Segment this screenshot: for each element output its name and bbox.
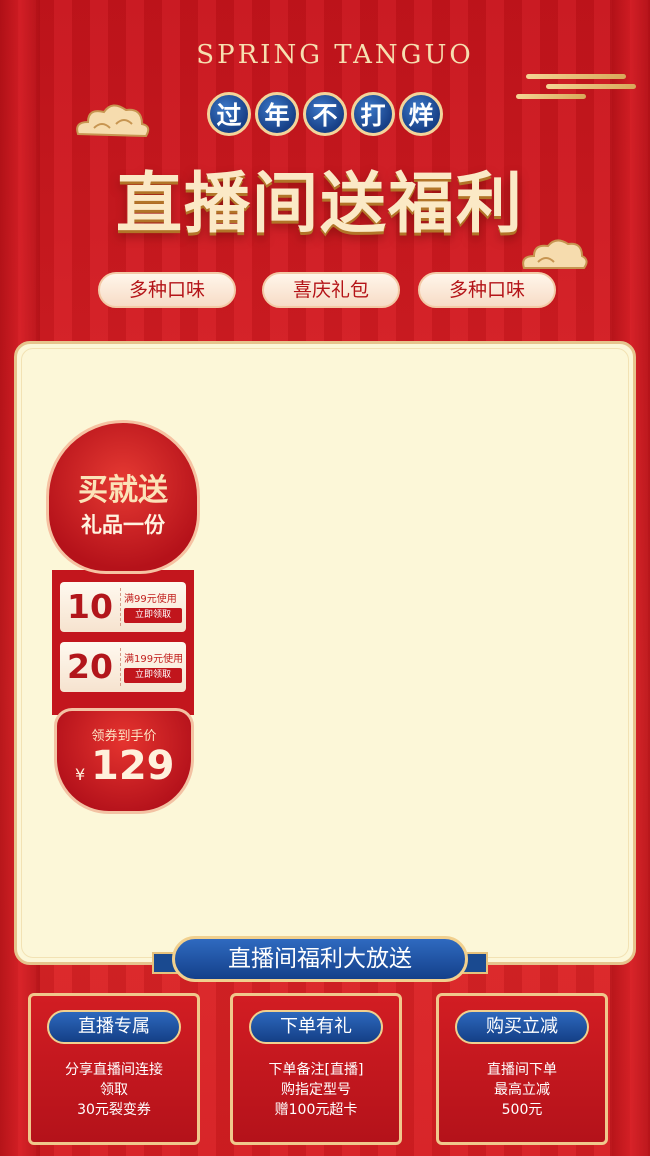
benefit-card[interactable]: 下单有礼 下单备注[直播] 购指定型号 赠100元超卡	[230, 993, 402, 1145]
badge-char: 不	[303, 92, 347, 136]
promo-headline-circle: 买就送 礼品一份	[46, 420, 200, 574]
spring-tanguo-title: SPRING TANGUO	[196, 40, 474, 70]
coupon-condition: 满199元使用	[124, 654, 184, 665]
badge-char: 烊	[399, 92, 443, 136]
benefit-line: 购指定型号	[281, 1082, 351, 1098]
coupon-divider	[120, 648, 121, 686]
price-box: 领券到手价 ¥ 129	[54, 708, 194, 814]
promo-subline: 礼品一份	[81, 513, 165, 537]
coupon-area: 10 满99元使用 立即领取 20 满199元使用 立即领取	[52, 570, 194, 715]
benefit-card-title: 直播专属	[47, 1010, 181, 1044]
coupon-condition: 满99元使用	[124, 594, 177, 605]
benefit-line: 下单备注[直播]	[268, 1062, 364, 1078]
tag-pill[interactable]: 喜庆礼包	[262, 272, 400, 308]
coupon[interactable]: 20 满199元使用 立即领取	[60, 642, 186, 692]
benefit-line: 最高立减	[494, 1082, 550, 1098]
cloud-icon	[522, 239, 588, 269]
badge-char: 打	[351, 92, 395, 136]
benefit-cards: 直播专属 分享直播间连接 领取 30元裂变券 下单有礼 下单备注[直播] 购指定…	[0, 993, 650, 1145]
currency-symbol: ¥	[75, 765, 86, 784]
benefit-line: 直播间下单	[487, 1062, 557, 1078]
benefit-line: 领取	[100, 1082, 128, 1098]
benefit-card-title: 下单有礼	[249, 1010, 383, 1044]
promo-card: 10 满99元使用 立即领取 20 满199元使用 立即领取 买就送 礼品一份 …	[46, 420, 200, 820]
benefit-card-title: 购买立减	[455, 1010, 589, 1044]
badge-row: 过 年 不 打 烊	[205, 92, 445, 138]
benefit-card[interactable]: 直播专属 分享直播间连接 领取 30元裂变券	[28, 993, 200, 1145]
coupon-divider	[120, 588, 121, 626]
badge-char: 过	[207, 92, 251, 136]
tag-row: 多种口味 喜庆礼包 多种口味	[0, 272, 650, 310]
benefit-card-body: 直播间下单 最高立减 500元	[443, 1060, 601, 1120]
badge-char: 年	[255, 92, 299, 136]
price-value: 129	[91, 743, 175, 789]
benefit-card-body: 下单备注[直播] 购指定型号 赠100元超卡	[237, 1060, 395, 1120]
benefit-line: 30元裂变券	[77, 1102, 151, 1118]
gold-line-decoration	[516, 74, 636, 104]
coupon[interactable]: 10 满99元使用 立即领取	[60, 582, 186, 632]
promo-headline: 买就送	[78, 473, 168, 508]
cloud-icon	[76, 104, 150, 138]
benefit-card-body: 分享直播间连接 领取 30元裂变券	[35, 1060, 193, 1120]
tag-pill[interactable]: 多种口味	[98, 272, 236, 308]
tag-pill[interactable]: 多种口味	[418, 272, 556, 308]
coupon-amount: 20	[67, 647, 113, 686]
benefit-line: 500元	[501, 1102, 543, 1118]
benefit-card[interactable]: 购买立减 直播间下单 最高立减 500元	[436, 993, 608, 1145]
coupon-claim-button[interactable]: 立即领取	[124, 608, 182, 623]
benefit-line: 赠100元超卡	[274, 1102, 358, 1118]
welfare-banner: 直播间福利大放送	[172, 936, 468, 982]
main-title: 直播间送福利	[116, 164, 524, 242]
benefit-line: 分享直播间连接	[65, 1062, 163, 1078]
price-label: 领券到手价	[91, 729, 157, 744]
coupon-amount: 10	[67, 587, 113, 626]
coupon-claim-button[interactable]: 立即领取	[124, 668, 182, 683]
